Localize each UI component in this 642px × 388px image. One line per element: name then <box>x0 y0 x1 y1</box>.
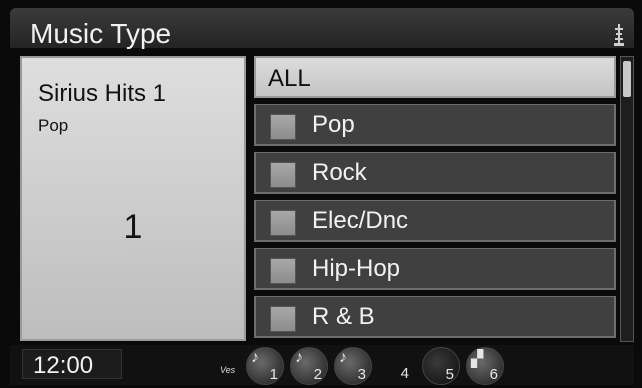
list-item-r-and-b[interactable]: R & B <box>254 296 616 338</box>
channel-name: Sirius Hits 1 <box>38 80 167 107</box>
music-type-list: ALL Pop Rock Elec/Dnc Hip-Hop R & B <box>254 56 616 342</box>
list-item-elec-dnc[interactable]: Elec/Dnc <box>254 200 616 242</box>
channel-number: 1 <box>123 208 143 246</box>
clock: 12:00 <box>22 349 122 379</box>
preset-1-button[interactable]: ♪ 1 <box>246 347 284 385</box>
preset-2-button[interactable]: ♪ 2 <box>290 347 328 385</box>
preset-number: 4 <box>400 365 409 382</box>
preset-3-button[interactable]: ♪ 3 <box>334 347 372 385</box>
list-item-label: Elec/Dnc <box>312 207 409 234</box>
scroll-thumb[interactable] <box>623 61 631 97</box>
scrollbar[interactable] <box>620 56 634 342</box>
list-item-label: Hip-Hop <box>312 255 401 282</box>
music-disc-icon: ♪ <box>251 349 259 366</box>
checkbox[interactable] <box>270 258 296 284</box>
checkbox[interactable] <box>270 306 296 332</box>
music-note-icon: ♪ <box>295 349 303 366</box>
list-item-pop[interactable]: Pop <box>254 104 616 146</box>
list-item-label: R & B <box>312 303 375 330</box>
preset-number: 3 <box>357 366 366 383</box>
music-note-icon: ♪ <box>339 349 347 366</box>
antenna-icon <box>614 24 624 46</box>
list-item-rock[interactable]: Rock <box>254 152 616 194</box>
list-item-label: Pop <box>312 111 355 138</box>
now-playing-panel: Sirius Hits 1 Pop 1 <box>20 56 246 341</box>
clapperboard-icon: ▞ <box>471 351 484 368</box>
channel-genre: Pop <box>38 116 69 135</box>
clock-time: 12:00 <box>33 352 94 379</box>
preset-4-button[interactable]: 4 <box>378 347 414 383</box>
preset-number: 6 <box>489 366 498 383</box>
preset-5-button[interactable]: 5 <box>422 347 460 385</box>
preset-6-button[interactable]: ▞ 6 <box>466 347 504 385</box>
list-item-hip-hop[interactable]: Hip-Hop <box>254 248 616 290</box>
checkbox[interactable] <box>270 210 296 236</box>
screen: Music Type Sirius Hits 1 Pop 1 ALL Pop R… <box>0 0 642 388</box>
preset-number: 2 <box>313 366 322 383</box>
list-item-all[interactable]: ALL <box>254 56 616 98</box>
status-bar: 12:00 Ves ♪ 1 ♪ 2 ♪ 3 4 5 ▞ 6 <box>10 345 634 385</box>
preset-number: 1 <box>269 366 278 383</box>
checkbox[interactable] <box>270 162 296 188</box>
title-bar: Music Type <box>10 8 634 49</box>
page-title: Music Type <box>30 18 172 49</box>
list-item-label: Rock <box>312 159 367 186</box>
list-item-label: ALL <box>268 65 311 92</box>
checkbox[interactable] <box>270 114 296 140</box>
ves-label: Ves <box>220 365 236 375</box>
preset-number: 5 <box>445 366 454 383</box>
